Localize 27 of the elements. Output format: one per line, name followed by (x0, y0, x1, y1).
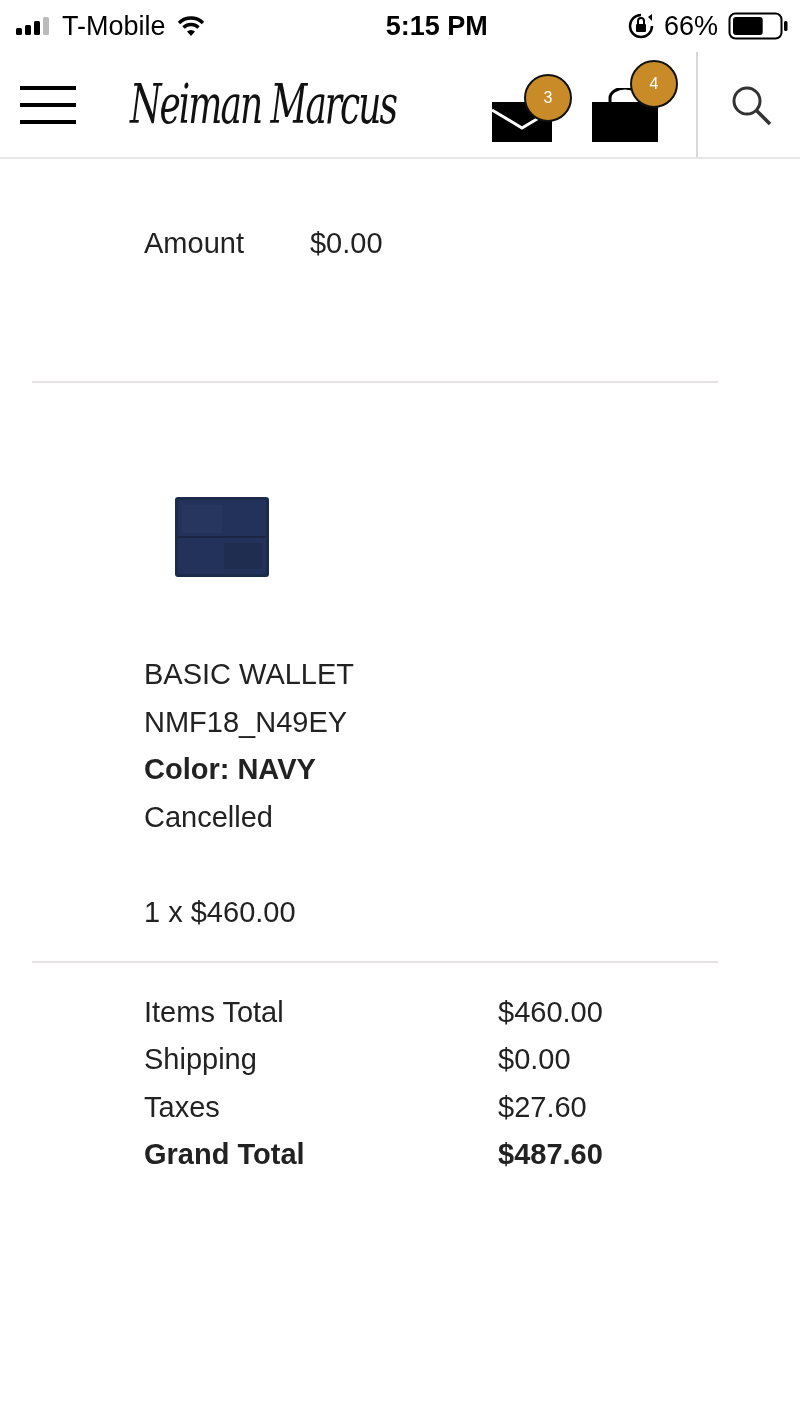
total-value: $460.00 (498, 994, 603, 1030)
carrier-name: T-Mobile (62, 10, 166, 42)
total-label: Grand Total (144, 1137, 306, 1172)
count-badge: 4 (630, 59, 678, 108)
total-label: Taxes (144, 1089, 221, 1125)
clock-time: 5:15 PM (385, 10, 488, 42)
item-status: Cancelled (144, 799, 274, 835)
brand-logo[interactable]: Neiman Marcus (130, 73, 396, 136)
shopping-bag-icon[interactable] (592, 87, 658, 142)
product-sku: NMF18_N49EY (144, 704, 349, 740)
signal-icon (16, 17, 52, 35)
total-value: $27.60 (498, 1089, 587, 1125)
total-label: Shipping (144, 1042, 258, 1077)
battery-icon (728, 12, 788, 40)
quantity-price: 1 x $460.00 (144, 895, 297, 930)
rotation-lock-icon (627, 13, 654, 39)
amount-label: Amount (144, 227, 244, 261)
product-name: BASIC WALLET (144, 657, 356, 692)
wifi-icon (175, 15, 206, 37)
total-value: $0.00 (498, 1042, 571, 1077)
battery-percent: 66% (663, 10, 718, 42)
product-color: Color: NAVY (144, 752, 317, 787)
total-label: Items Total (144, 994, 285, 1030)
menu-icon[interactable] (20, 83, 76, 126)
count-badge: 3 (524, 73, 572, 122)
amount-value: $0.00 (309, 227, 383, 261)
total-value: $487.60 (498, 1137, 603, 1172)
